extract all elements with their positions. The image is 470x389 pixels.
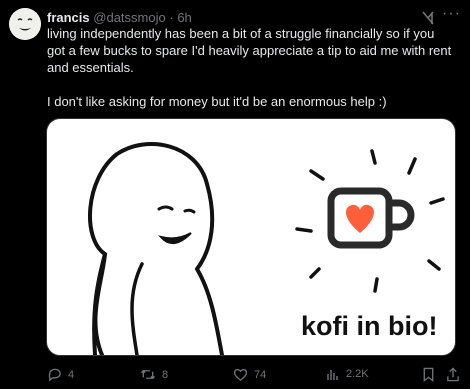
reply-button[interactable]: 4 — [47, 367, 74, 382]
reply-count: 4 — [68, 368, 75, 381]
repost-count: 8 — [162, 368, 169, 381]
kofi-caption: kofi in bio! — [301, 311, 438, 341]
tweet-header: francis @datssmojo · 6h — [47, 10, 192, 26]
heart-icon — [233, 368, 248, 381]
share-icon — [447, 367, 459, 382]
share-button[interactable] — [446, 367, 460, 382]
author-name[interactable]: francis — [47, 10, 90, 25]
timestamp[interactable]: 6h — [177, 10, 191, 25]
bookmark-button[interactable] — [422, 367, 435, 382]
kofi-cup-icon — [327, 187, 415, 249]
avatar[interactable] — [9, 8, 41, 40]
bookmark-icon — [423, 367, 434, 382]
separator-dot: · — [169, 10, 174, 25]
repost-icon — [140, 369, 156, 380]
grok-icon[interactable] — [420, 10, 436, 26]
author-handle[interactable]: @datssmojo — [93, 10, 165, 25]
views-count: 2.2K — [346, 368, 369, 380]
tweet-text: living independently has been a bit of a… — [47, 26, 452, 109]
action-bar: 4 8 74 2.2K — [0, 367, 470, 385]
repost-button[interactable]: 8 — [140, 367, 168, 382]
like-button[interactable]: 74 — [233, 367, 266, 382]
views-icon — [327, 370, 338, 380]
more-icon[interactable]: ··· — [442, 5, 461, 23]
reply-icon — [48, 368, 61, 382]
views-button[interactable]: 2.2K — [326, 367, 369, 381]
like-count: 74 — [254, 368, 267, 381]
tweet-image[interactable]: kofi in bio! — [46, 118, 456, 356]
